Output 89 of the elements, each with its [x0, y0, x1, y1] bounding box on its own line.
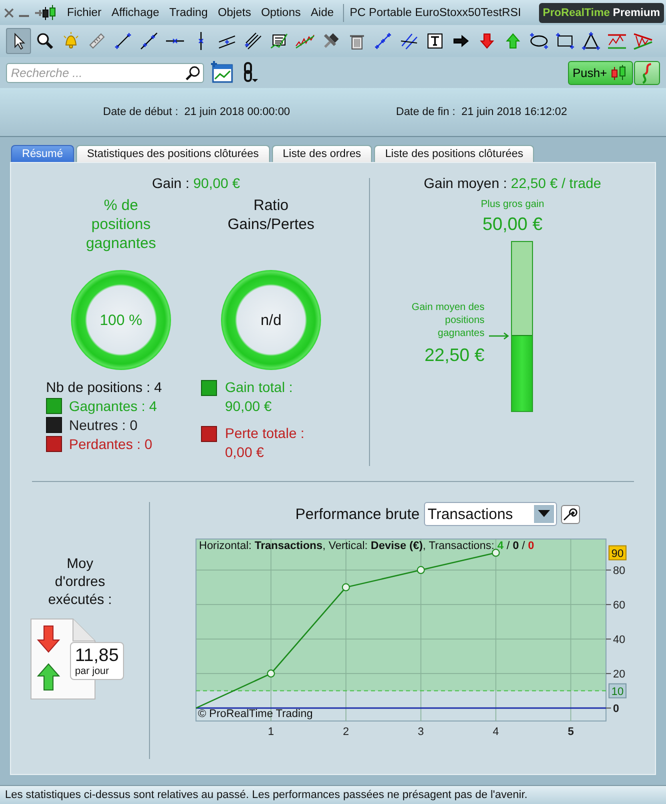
- legend-label: Neutres : 0: [69, 416, 138, 434]
- gain-label: Gain :: [152, 175, 190, 191]
- orders-title: Moy d'ordres exécutés :: [47, 554, 113, 608]
- search-field[interactable]: Recherche ...: [6, 62, 204, 82]
- dropdown-caret-icon: [538, 510, 550, 518]
- brand-badge: ProRealTime Premium: [538, 2, 664, 22]
- max-gain-label: Plus gros gain: [480, 199, 544, 210]
- x-tick-label: 5: [568, 726, 574, 738]
- menu-item[interactable]: Trading: [169, 6, 208, 18]
- triangle-icon: [580, 31, 600, 51]
- chart-caption: Horizontal: Transactions, Vertical: Devise (€), Transactions: 4 / 0 / 0: [199, 540, 534, 552]
- gauge-value: 100 %: [100, 312, 142, 328]
- y-tick-label: 60: [613, 600, 626, 612]
- total-value: 0,00 €: [225, 443, 265, 462]
- menu-item[interactable]: Aide: [310, 6, 334, 18]
- x-tick-label: 4: [492, 726, 499, 738]
- y-tick-label: 20: [613, 668, 626, 681]
- parallel-lines-icon: [242, 31, 262, 51]
- pin-candles-icon[interactable]: [34, 4, 56, 22]
- legend-label: Gagnantes : 4: [69, 397, 157, 415]
- chart-copyright: © ProRealTime Trading: [198, 708, 313, 720]
- total-label: Perte totale :: [225, 424, 304, 443]
- grid-lines-icon: [268, 31, 288, 51]
- search-icon: [34, 31, 54, 51]
- candles-icon: [610, 64, 628, 82]
- marker-value: 22,50 €: [423, 344, 484, 366]
- wedge-pattern-icon: [632, 31, 652, 51]
- rising-pattern-icon: [606, 31, 626, 51]
- segment-icon: [112, 31, 132, 51]
- ellipse-icon: [528, 31, 548, 51]
- tab[interactable]: Liste des positions clôturées: [374, 145, 534, 162]
- end-date-value: 21 juin 2018 16:12:02: [461, 106, 568, 118]
- y-tick-label: 0: [613, 703, 620, 716]
- search-icon[interactable]: [185, 64, 201, 80]
- settings-button[interactable]: [560, 504, 580, 524]
- ruler-icon: [86, 31, 106, 51]
- menu-item[interactable]: Affichage: [112, 6, 160, 18]
- gauge-value: n/d: [260, 312, 282, 328]
- y-tick-label: 40: [613, 634, 626, 646]
- gain-value: 90,00 €: [193, 175, 240, 191]
- orders-rate-unit: par jour: [75, 666, 110, 677]
- minimize-icon[interactable]: [19, 15, 29, 18]
- close-icon[interactable]: [4, 8, 14, 18]
- status-bar: Les statistiques ci-dessus sont relatives au passé. Les performances passées ne présagent pas de l'avenir.: [0, 785, 666, 804]
- push-button[interactable]: Push+: [568, 60, 633, 84]
- arrow-icon: [488, 332, 510, 340]
- last-value-badge: 90: [608, 545, 626, 560]
- chart-mode-select[interactable]: Transactions: [424, 502, 557, 526]
- marker-label: Gain moyen des positions gagnantes: [410, 300, 484, 340]
- data-point: [416, 566, 425, 574]
- slash-lines-icon: [398, 31, 418, 51]
- tab[interactable]: Statistiques des positions clôturées: [76, 145, 270, 162]
- bell-icon: [60, 31, 80, 51]
- gauge-title: % de positions gagnantes: [84, 196, 158, 254]
- rectangle-icon: [554, 31, 574, 51]
- data-point: [492, 548, 500, 557]
- tab[interactable]: Liste des ordres: [272, 145, 372, 162]
- start-date-value: 21 juin 2018 00:00:00: [184, 106, 290, 118]
- dotted-line-icon: [372, 31, 392, 51]
- x-tick-label: 3: [418, 726, 424, 738]
- vertical-line-icon: [198, 31, 204, 51]
- total-value: 90,00 €: [225, 397, 273, 416]
- text-box-icon: [424, 31, 444, 51]
- wrench-icon: [562, 506, 578, 522]
- horizontal-line-icon: [164, 38, 184, 44]
- menu-item[interactable]: Objets: [218, 6, 252, 18]
- positions-count: Nb de positions : 4: [46, 378, 163, 396]
- orders-rate-value: 11,85: [75, 645, 119, 666]
- add-chart-icon[interactable]: [210, 60, 234, 84]
- max-gain-value: 50,00 €: [482, 214, 543, 235]
- threshold-badge: 10: [608, 683, 626, 698]
- legend-label: Perdantes : 0: [69, 435, 152, 453]
- start-date-label: Date de début :: [103, 106, 178, 118]
- total-label: Gain total :: [225, 378, 293, 397]
- data-point: [342, 583, 350, 592]
- window-title: PC Portable EuroStoxx50TestRSI: [350, 6, 522, 18]
- squiggle-button[interactable]: [634, 60, 660, 84]
- average-gain-value: 22,50 € / trade: [510, 175, 602, 191]
- performance-label: Performance brute: [295, 506, 420, 522]
- x-tick-label: 2: [342, 726, 349, 738]
- average-gain-label: Gain moyen :: [424, 175, 508, 191]
- pointer-tool-button[interactable]: [6, 28, 31, 54]
- gauge-title: Ratio Gains/Pertes: [226, 196, 316, 235]
- line-icon: [138, 31, 158, 51]
- x-tick-label: 1: [268, 726, 274, 738]
- menu-item[interactable]: Fichier: [67, 6, 102, 18]
- end-date-label: Date de fin :: [396, 106, 456, 118]
- y-tick-label: 80: [613, 565, 626, 578]
- menu-item[interactable]: Options: [261, 6, 301, 18]
